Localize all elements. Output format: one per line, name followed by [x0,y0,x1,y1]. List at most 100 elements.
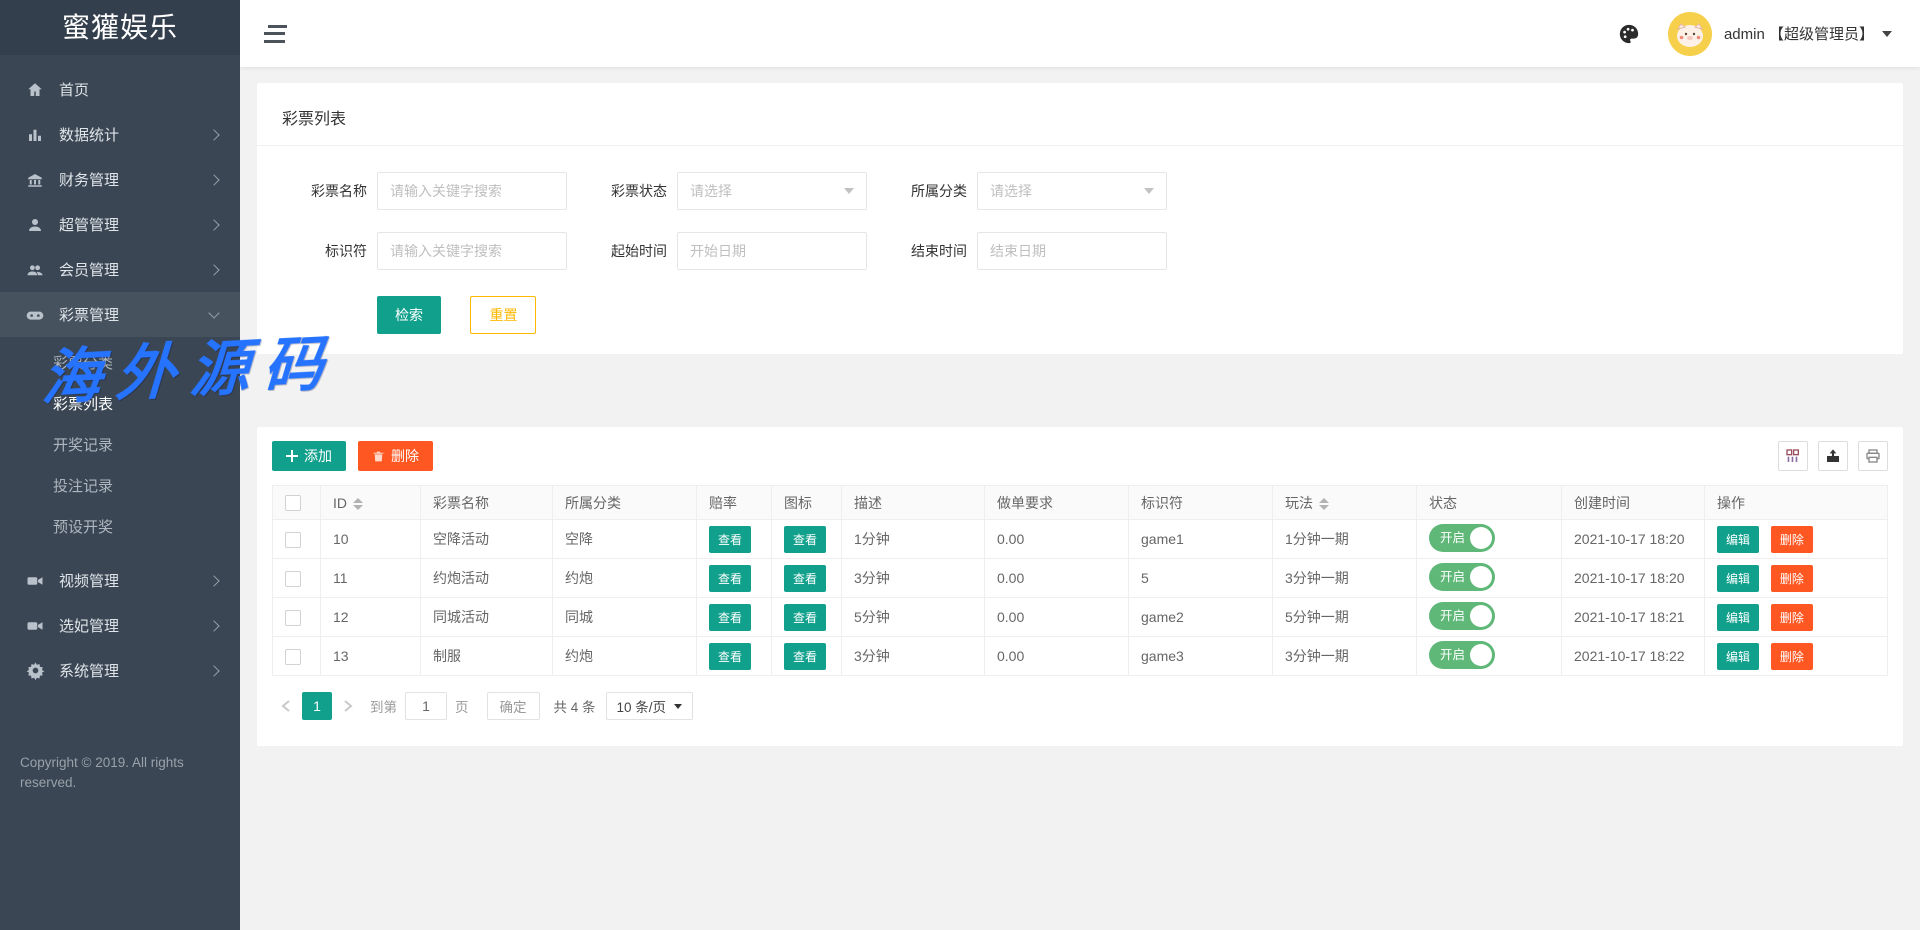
goto-label: 到第 [370,696,397,716]
total-count: 共 4 条 [554,696,596,716]
chevron-right-icon [208,620,219,631]
submenu-item-draw-records[interactable]: 开奖记录 [0,425,240,466]
view-odds-button[interactable]: 查看 [709,565,751,592]
export-button[interactable] [1818,441,1848,471]
start-date-input[interactable] [677,232,867,270]
sidebar-item-label: 首页 [59,79,89,100]
cell-category: 约炮 [553,559,697,598]
sidebar-item-video[interactable]: 视频管理 [0,558,240,603]
chevron-right-icon [208,129,219,140]
row-checkbox[interactable] [285,649,301,665]
identifier-label: 标识符 [282,241,367,261]
view-odds-button[interactable]: 查看 [709,643,751,670]
view-odds-button[interactable]: 查看 [709,526,751,553]
sidebar-item-members[interactable]: 会员管理 [0,247,240,292]
status-toggle[interactable]: 开启 [1429,602,1495,630]
submenu-item-lottery-category[interactable]: 彩票分类 [0,343,240,384]
column-play[interactable]: 玩法 [1273,486,1417,520]
category-label: 所属分类 [882,181,967,201]
identifier-input[interactable] [377,232,567,270]
column-id[interactable]: ID [321,486,421,520]
view-icon-button[interactable]: 查看 [784,643,826,670]
add-button[interactable]: 添加 [272,441,346,471]
submenu-item-bet-records[interactable]: 投注记录 [0,466,240,507]
admin-dropdown[interactable]: admin 【超级管理员】 [1724,23,1874,44]
chevron-right-icon [208,665,219,676]
sidebar-item-home[interactable]: 首页 [0,67,240,112]
bank-icon [25,170,45,190]
cell-requirement: 0.00 [985,559,1129,598]
view-odds-button[interactable]: 查看 [709,604,751,631]
edit-button[interactable]: 编辑 [1717,604,1759,631]
cell-play: 5分钟一期 [1273,598,1417,637]
lottery-name-input[interactable] [377,172,567,210]
edit-button[interactable]: 编辑 [1717,643,1759,670]
sidebar-item-lottery[interactable]: 彩票管理 [0,292,240,337]
table-row: 13 制服 约炮 查看 查看 3分钟 0.00 game3 3分钟一期 开启 [273,637,1888,676]
status-toggle[interactable]: 开启 [1429,524,1495,552]
bar-chart-icon [25,125,45,145]
row-checkbox[interactable] [285,571,301,587]
status-toggle[interactable]: 开启 [1429,641,1495,669]
search-button[interactable]: 检索 [377,296,441,334]
toggle-knob [1470,605,1492,627]
sidebar-item-stats[interactable]: 数据统计 [0,112,240,157]
sidebar-item-finance[interactable]: 财务管理 [0,157,240,202]
per-page-select[interactable]: 10 条/页 [606,692,694,720]
print-button[interactable] [1858,441,1888,471]
row-checkbox[interactable] [285,610,301,626]
page-title: 彩票列表 [257,83,1903,146]
sidebar-item-superadmin[interactable]: 超管管理 [0,202,240,247]
status-toggle[interactable]: 开启 [1429,563,1495,591]
cell-created: 2021-10-17 18:20 [1562,559,1705,598]
edit-button[interactable]: 编辑 [1717,526,1759,553]
view-icon-button[interactable]: 查看 [784,604,826,631]
cell-id: 13 [321,637,421,676]
reset-button[interactable]: 重置 [470,296,536,334]
caret-down-icon[interactable] [1882,31,1892,37]
delete-button[interactable]: 删除 [1771,565,1813,592]
goto-confirm-button[interactable]: 确定 [487,692,540,720]
cell-play: 3分钟一期 [1273,637,1417,676]
chevron-right-icon [208,575,219,586]
prev-page-icon[interactable] [272,692,300,720]
gear-icon [25,661,45,681]
gamepad-icon [25,305,45,325]
plus-icon [286,450,298,462]
column-status: 状态 [1417,486,1562,520]
theme-palette-icon[interactable] [1618,23,1640,45]
sidebar-item-concubine[interactable]: 选妃管理 [0,603,240,648]
goto-page-input[interactable] [405,692,447,720]
delete-button[interactable]: 删除 [1771,526,1813,553]
next-page-icon[interactable] [334,692,362,720]
cell-created: 2021-10-17 18:20 [1562,520,1705,559]
cell-requirement: 0.00 [985,637,1129,676]
sidebar-item-system[interactable]: 系统管理 [0,648,240,693]
submenu-item-preset-draw[interactable]: 预设开奖 [0,507,240,548]
delete-button[interactable]: 删除 [1771,604,1813,631]
edit-button[interactable]: 编辑 [1717,565,1759,592]
end-date-input[interactable] [977,232,1167,270]
row-checkbox[interactable] [285,532,301,548]
batch-delete-button[interactable]: 删除 [358,441,433,471]
select-all-checkbox[interactable] [285,495,301,511]
cell-desc: 3分钟 [842,559,985,598]
column-ops: 操作 [1705,486,1888,520]
cell-identifier: 5 [1129,559,1273,598]
cell-identifier: game1 [1129,520,1273,559]
caret-down-icon [1144,188,1154,194]
column-category: 所属分类 [553,486,697,520]
view-icon-button[interactable]: 查看 [784,526,826,553]
cell-created: 2021-10-17 18:21 [1562,598,1705,637]
lottery-status-select[interactable]: 请选择 [677,172,867,210]
category-select[interactable]: 请选择 [977,172,1167,210]
cell-name: 约炮活动 [421,559,553,598]
delete-button[interactable]: 删除 [1771,643,1813,670]
table-row: 12 同城活动 同城 查看 查看 5分钟 0.00 game2 5分钟一期 开启 [273,598,1888,637]
view-icon-button[interactable]: 查看 [784,565,826,592]
avatar[interactable] [1668,12,1712,56]
filter-columns-button[interactable] [1778,441,1808,471]
menu-toggle-icon[interactable] [264,24,290,44]
submenu-item-lottery-list[interactable]: 彩票列表 [0,384,240,425]
current-page[interactable]: 1 [302,692,332,720]
